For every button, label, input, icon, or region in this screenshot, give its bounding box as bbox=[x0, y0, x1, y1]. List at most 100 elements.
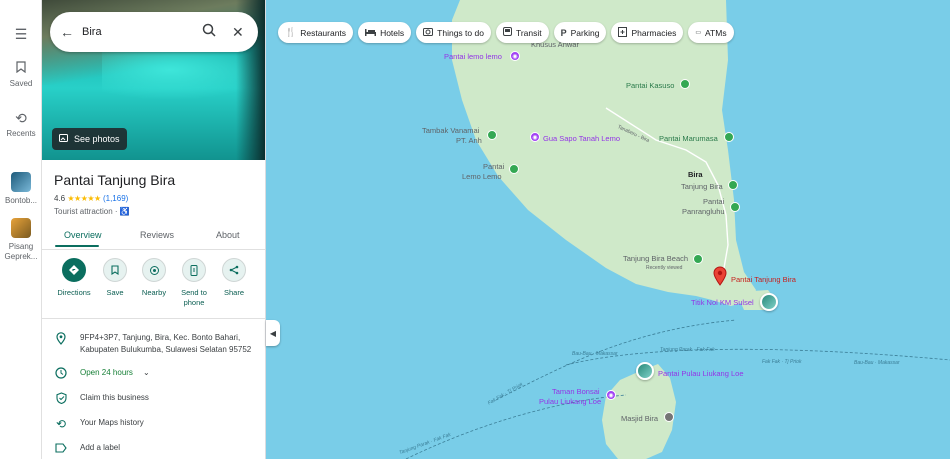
nearby-button[interactable]: Nearby bbox=[134, 258, 174, 298]
map-label-masjid-bira[interactable]: Masjid Bira bbox=[621, 414, 658, 423]
menu-button[interactable]: ☰ bbox=[0, 26, 42, 45]
chip-pharmacies[interactable]: Pharmacies bbox=[611, 22, 684, 43]
phone-icon bbox=[182, 258, 206, 282]
bed-icon bbox=[365, 28, 377, 38]
recent-place-thumbnail[interactable] bbox=[11, 172, 31, 192]
clock-icon bbox=[42, 367, 80, 382]
pharmacy-icon bbox=[618, 26, 628, 39]
address-line-1: 9FP4+3P7, Tanjung, Bira, Kec. Bonto Baha… bbox=[80, 333, 241, 342]
map-label-taman-bonsai-1[interactable]: Taman Bonsai bbox=[552, 387, 600, 396]
collapse-panel-button[interactable]: ◀ bbox=[266, 320, 280, 346]
mosque-marker-icon[interactable] bbox=[664, 412, 674, 422]
back-arrow-icon[interactable]: ← bbox=[60, 24, 82, 40]
nearby-label: Nearby bbox=[141, 288, 167, 297]
directions-icon bbox=[62, 258, 86, 282]
tab-about[interactable]: About bbox=[216, 230, 240, 240]
category-row: Tourist attraction · ♿ bbox=[54, 207, 130, 216]
chip-label: Transit bbox=[515, 27, 542, 38]
search-icon[interactable] bbox=[202, 23, 220, 41]
photo-marker-icon[interactable] bbox=[636, 362, 654, 380]
address-row[interactable]: 9FP4+3P7, Tanjung, Bira, Kec. Bonto Baha… bbox=[42, 332, 265, 356]
map-label-bira[interactable]: Bira bbox=[688, 170, 703, 179]
map-label-pantai-tanjung-bira[interactable]: Pantai Tanjung Bira bbox=[731, 275, 796, 284]
park-marker-icon[interactable] bbox=[693, 254, 703, 264]
place-panel: See photos ← ✕ Pantai Tanjung Bira 4.6 ★… bbox=[42, 0, 266, 459]
tab-overview[interactable]: Overview bbox=[64, 230, 102, 240]
cave-marker-icon[interactable]: ◉ bbox=[530, 132, 540, 142]
maps-history-row[interactable]: ⟲ Your Maps history bbox=[42, 417, 265, 431]
history-icon: ⟲ bbox=[55, 417, 67, 431]
share-icon bbox=[222, 258, 246, 282]
claim-business-text: Claim this business bbox=[80, 393, 149, 402]
chip-transit[interactable]: Transit bbox=[495, 22, 549, 43]
recent-place-thumbnail[interactable] bbox=[11, 218, 31, 238]
reviews-count[interactable]: (1,169) bbox=[103, 194, 128, 203]
map-label-recently-viewed: Recently viewed bbox=[646, 265, 683, 271]
map-label-pantai-lemo-lemo[interactable]: Pantai lemo lemo bbox=[444, 52, 502, 61]
map-label-tambak-vanamai[interactable]: Tambak Vanamai bbox=[422, 126, 479, 135]
recent-place-label[interactable]: Bontob... bbox=[0, 196, 42, 205]
saved-button[interactable]: Saved bbox=[0, 60, 42, 88]
map-label-tanjung-bira[interactable]: Tanjung Bira bbox=[681, 182, 723, 191]
claim-business-row[interactable]: Claim this business bbox=[42, 392, 265, 407]
rating-row: 4.6 ★★★★★ (1,169) bbox=[54, 194, 128, 203]
map-label-titik-nol[interactable]: Titik Nol KM Sulsel bbox=[691, 298, 754, 307]
photos-icon bbox=[59, 133, 69, 145]
section-divider bbox=[42, 318, 265, 319]
maps-history-text: Your Maps history bbox=[80, 418, 144, 427]
recents-label: Recents bbox=[6, 129, 36, 138]
beach-marker-icon[interactable]: ◉ bbox=[510, 51, 520, 61]
park-marker-icon[interactable] bbox=[509, 164, 519, 174]
recents-button[interactable]: ⟲ Recents bbox=[0, 110, 42, 138]
tab-reviews[interactable]: Reviews bbox=[140, 230, 174, 240]
map-label-ferry-route: Bau-Bau · Makassar bbox=[854, 360, 900, 366]
chip-label: Things to do bbox=[437, 27, 484, 38]
map-label-pt-anh[interactable]: PT. Anh bbox=[456, 136, 482, 145]
business-marker-icon[interactable] bbox=[487, 130, 497, 140]
park-marker-icon[interactable] bbox=[680, 79, 690, 89]
photo-marker-icon[interactable] bbox=[760, 293, 778, 311]
map-label-pantai-panrangluhu-1[interactable]: Pantai bbox=[703, 197, 724, 206]
search-input[interactable] bbox=[82, 26, 192, 38]
park-marker-icon[interactable] bbox=[730, 202, 740, 212]
share-button[interactable]: Share bbox=[214, 258, 254, 298]
place-title: Pantai Tanjung Bira bbox=[54, 172, 176, 188]
park-marker-icon[interactable]: ◉ bbox=[606, 390, 616, 400]
chevron-down-icon[interactable]: ⌄ bbox=[143, 367, 150, 382]
saved-label: Saved bbox=[9, 79, 33, 88]
chip-hotels[interactable]: Hotels bbox=[358, 22, 412, 43]
address-line-2: Kabupaten Bulukumba, Sulawesi Selatan 95… bbox=[80, 345, 252, 354]
chip-things-to-do[interactable]: Things to do bbox=[416, 22, 491, 43]
bookmark-icon bbox=[0, 60, 42, 76]
directions-button[interactable]: Directions bbox=[54, 258, 94, 298]
see-photos-button[interactable]: See photos bbox=[52, 128, 127, 150]
recent-place-label[interactable]: Pisang Geprek... bbox=[0, 242, 42, 262]
send-to-phone-button[interactable]: Send to phone bbox=[174, 258, 214, 308]
hours-row[interactable]: Open 24 hours ⌄ bbox=[42, 367, 265, 382]
map-label-pantai-lemo-1[interactable]: Pantai bbox=[483, 162, 504, 171]
label-icon bbox=[42, 442, 80, 456]
place-category[interactable]: Tourist attraction · bbox=[54, 207, 118, 216]
chip-atms[interactable]: ▭ ATMs bbox=[688, 22, 734, 43]
map-label-gua-sapo[interactable]: Gua Sapo Tanah Lemo bbox=[543, 134, 620, 143]
close-icon[interactable]: ✕ bbox=[232, 24, 244, 41]
history-icon: ⟲ bbox=[15, 110, 27, 126]
map-label-pantai-kasuso[interactable]: Pantai Kasuso bbox=[626, 81, 674, 90]
park-marker-icon[interactable] bbox=[728, 180, 738, 190]
chip-parking[interactable]: P Parking bbox=[553, 22, 607, 43]
map-label-tanjung-bira-beach[interactable]: Tanjung Bira Beach bbox=[623, 254, 688, 263]
save-button[interactable]: Save bbox=[95, 258, 135, 298]
atm-icon: ▭ bbox=[695, 30, 702, 36]
map-label-pantai-pulau-liukang[interactable]: Pantai Pulau Liukang Loe bbox=[658, 369, 744, 378]
park-marker-icon[interactable] bbox=[724, 132, 734, 142]
add-label-row[interactable]: Add a label bbox=[42, 442, 265, 456]
map-label-pantai-marumasa[interactable]: Pantai Marumasa bbox=[659, 134, 718, 143]
chip-label: Pharmacies bbox=[631, 27, 677, 38]
location-pin-icon bbox=[42, 332, 80, 356]
map-canvas[interactable]: Khusus Anwar Pantai lemo lemo ◉ Pantai K… bbox=[266, 0, 950, 459]
map-label-ferry-route: Tanjung Parak · Fak Fak bbox=[660, 347, 715, 353]
chip-restaurants[interactable]: 🍴 Restaurants bbox=[278, 22, 354, 43]
map-label-taman-bonsai-2[interactable]: Pulau Liukang Loe bbox=[539, 397, 601, 406]
map-label-pantai-panrangluhu-2[interactable]: Panrangluhu bbox=[682, 207, 725, 216]
map-label-pantai-lemo-2[interactable]: Lemo Lemo bbox=[462, 172, 502, 181]
